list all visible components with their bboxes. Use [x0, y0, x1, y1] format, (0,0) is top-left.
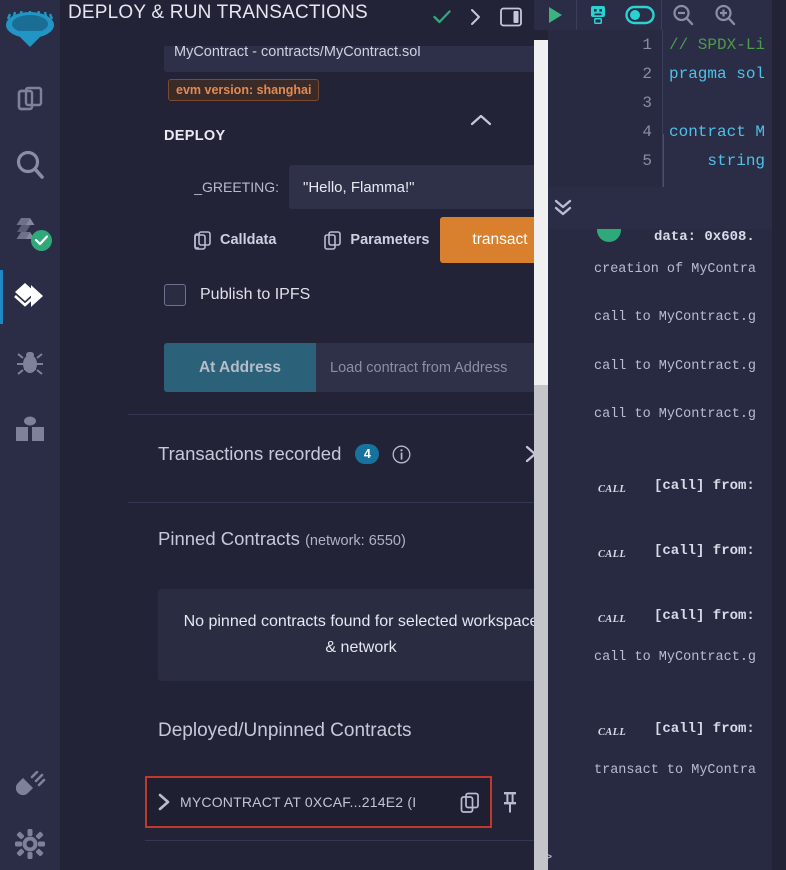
at-address-row: At Address	[164, 343, 534, 392]
line-number: 3	[642, 94, 652, 112]
code-line: // SPDX-Li	[669, 36, 766, 54]
terminal-line: data: 0x608.	[654, 229, 755, 245]
pinned-contracts-title: Pinned Contracts (network: 6550)	[158, 528, 406, 550]
terminal-line: call to MyContract.g	[594, 310, 757, 325]
ai-toggle-icon[interactable]	[619, 0, 661, 30]
terminal-toolbar	[534, 187, 772, 229]
sidebar-item-deploy-run[interactable]	[0, 264, 60, 330]
publish-ipfs-label: Publish to IPFS	[200, 286, 311, 303]
terminal-line: [call] from:	[654, 478, 755, 494]
code-line: contract M	[669, 123, 766, 141]
deployed-contract-instance[interactable]: MYCONTRACT AT 0XCAF...214E2 (I	[145, 776, 492, 828]
scrollbar-track[interactable]	[534, 40, 548, 385]
code-line: string	[669, 152, 766, 170]
editor-gutter: 1 2 3 4 5	[534, 30, 662, 187]
remix-logo[interactable]	[0, 0, 60, 66]
chevrons-down-icon[interactable]	[552, 197, 574, 224]
remix-ide-window: MyContract - contracts/MyContract.sol ev…	[0, 0, 786, 870]
terminal-line: transact to MyContra	[594, 763, 757, 778]
settings-icon[interactable]	[0, 818, 60, 870]
pinned-contracts-label: Pinned Contracts	[158, 528, 300, 549]
transact-button[interactable]: transact	[440, 217, 534, 263]
at-address-input[interactable]	[316, 343, 534, 392]
activity-icon-bar	[0, 0, 60, 870]
line-number: 4	[642, 123, 652, 141]
call-chip: CALL	[598, 727, 627, 738]
instance-divider	[145, 840, 534, 841]
deploy-actions-row: Calldata Parameters transact	[164, 217, 534, 263]
deploy-parameter-row: _GREETING:	[164, 165, 534, 209]
editor-toolbar	[534, 0, 772, 30]
solidity-compiler-icon[interactable]	[0, 198, 60, 264]
greeting-field-label: _GREETING:	[194, 179, 279, 195]
zoom-out-icon[interactable]	[662, 0, 704, 30]
line-number: 2	[642, 65, 652, 83]
compile-success-badge	[31, 230, 52, 251]
code-line: pragma sol	[669, 65, 766, 83]
code-editor[interactable]: 1 2 3 4 5 // SPDX-Li pragma sol contract…	[534, 30, 772, 187]
deployed-contracts-header: Deployed/Unpinned Contracts	[158, 720, 534, 742]
parameters-label: Parameters	[350, 232, 430, 248]
deploy-run-panel: MyContract - contracts/MyContract.sol ev…	[60, 0, 534, 870]
plugin-manager-icon[interactable]	[0, 752, 60, 818]
page-title: DEPLOY & RUN TRANSACTIONS	[68, 2, 368, 23]
panel-header: DEPLOY & RUN TRANSACTIONS	[60, 0, 534, 46]
chevron-right-icon[interactable]	[469, 8, 482, 31]
at-address-button[interactable]: At Address	[164, 343, 316, 392]
line-number: 5	[642, 152, 652, 170]
copy-address-icon[interactable]	[460, 792, 480, 813]
debugger-icon[interactable]	[0, 330, 60, 396]
deploy-section-title: DEPLOY	[164, 128, 226, 144]
divider-deploy	[128, 414, 534, 415]
pinned-contracts-network: (network: 6550)	[305, 533, 406, 549]
call-chip: CALL	[598, 614, 627, 625]
terminal-line: [call] from:	[654, 608, 755, 624]
call-chip: CALL	[598, 549, 627, 560]
divider-transactions	[128, 502, 534, 503]
deployed-contracts-title: Deployed/Unpinned Contracts	[158, 720, 412, 741]
search-icon[interactable]	[0, 132, 60, 198]
panel-vertical-scrollbar[interactable]	[534, 30, 548, 870]
call-chip: CALL	[598, 484, 627, 495]
transactions-recorded-row[interactable]: Transactions recorded 4	[158, 443, 534, 465]
editor-and-terminal: 1 2 3 4 5 // SPDX-Li pragma sol contract…	[534, 0, 772, 870]
transactions-recorded-count: 4	[355, 444, 380, 464]
transactions-expand-chevron-right-icon[interactable]	[524, 444, 534, 464]
check-icon[interactable]	[433, 9, 451, 30]
terminal-line: call to MyContract.g	[594, 650, 757, 665]
instance-expand-chevron-right-icon[interactable]	[157, 792, 172, 812]
copy-calldata-button[interactable]: Calldata	[194, 230, 277, 250]
terminal-output[interactable]: data: 0x608. creation of MyContra call t…	[534, 229, 772, 870]
pin-icon[interactable]	[500, 790, 520, 819]
instance-label: MYCONTRACT AT 0XCAF...214E2 (I	[180, 794, 417, 810]
greeting-input[interactable]	[289, 165, 534, 209]
ai-robot-icon[interactable]	[577, 0, 619, 30]
file-explorer-icon[interactable]	[0, 66, 60, 132]
line-number: 1	[642, 36, 652, 54]
run-play-icon[interactable]	[534, 0, 576, 30]
terminal-line: [call] from:	[654, 543, 755, 559]
panel-header-icons	[433, 0, 522, 32]
evm-version-chip: evm version: shanghai	[168, 79, 320, 101]
learneth-icon[interactable]	[0, 396, 60, 462]
publish-ipfs-checkbox[interactable]	[164, 284, 186, 306]
terminal-line: call to MyContract.g	[594, 359, 757, 374]
info-icon[interactable]	[392, 445, 411, 464]
contract-select-value: MyContract - contracts/MyContract.sol	[174, 44, 421, 60]
layout-panel-icon[interactable]	[500, 7, 522, 32]
indent-guide	[663, 134, 664, 187]
chevron-up-icon[interactable]	[470, 113, 492, 132]
zoom-in-icon[interactable]	[704, 0, 746, 30]
copy-parameters-button[interactable]: Parameters	[324, 230, 430, 250]
editor-code-area[interactable]: // SPDX-Li pragma sol contract M string	[662, 30, 772, 187]
transactions-recorded-label: Transactions recorded	[158, 443, 342, 464]
publish-ipfs-row[interactable]: Publish to IPFS	[164, 284, 310, 306]
terminal-line: creation of MyContra	[594, 262, 757, 277]
scrollbar-thumb[interactable]	[534, 385, 548, 870]
calldata-label: Calldata	[220, 232, 277, 248]
terminal-line: [call] from:	[654, 721, 755, 737]
terminal-line: call to MyContract.g	[594, 407, 757, 422]
transaction-status-icon	[597, 229, 621, 242]
pinned-contracts-empty-message: No pinned contracts found for selected w…	[158, 589, 534, 681]
